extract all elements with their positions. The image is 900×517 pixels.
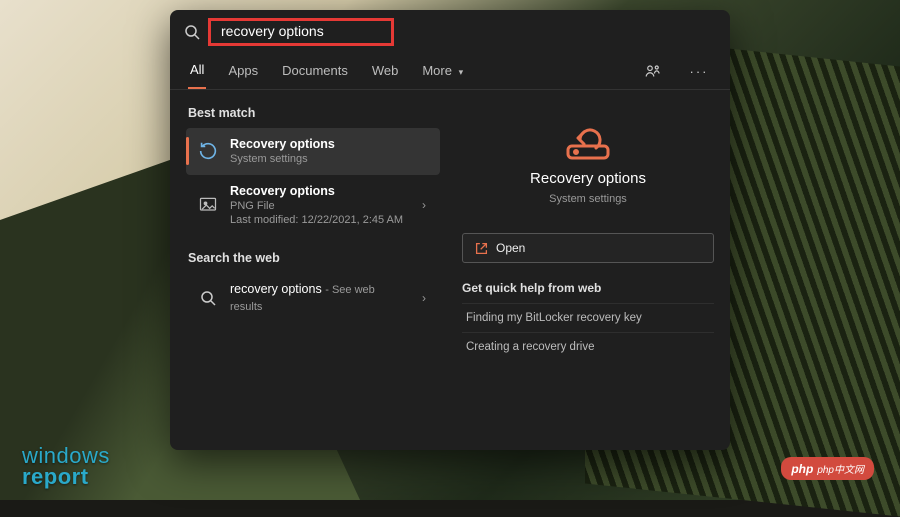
result-text: Recovery options PNG File Last modified:… — [230, 183, 408, 228]
detail-header: Recovery options System settings — [462, 108, 714, 221]
detail-subtitle: System settings — [549, 193, 627, 205]
more-options-icon[interactable]: ··· — [686, 59, 712, 85]
detail-title: Recovery options — [530, 170, 646, 187]
result-title: Recovery options — [230, 183, 408, 199]
result-subtitle-2: Last modified: 12/22/2021, 2:45 AM — [230, 213, 408, 227]
tab-more[interactable]: More ▾ — [420, 55, 465, 88]
open-button-label: Open — [496, 241, 525, 255]
chevron-right-icon: › — [418, 198, 430, 212]
result-text: Recovery options System settings — [230, 136, 430, 167]
tab-more-label: More — [422, 63, 452, 78]
result-subtitle: PNG File — [230, 199, 408, 213]
result-title: recovery options — [230, 282, 322, 296]
search-bar — [170, 10, 730, 50]
result-subtitle: System settings — [230, 152, 430, 166]
detail-pane: Recovery options System settings Open Ge… — [450, 90, 730, 450]
tab-apps[interactable]: Apps — [226, 55, 260, 88]
search-input[interactable] — [221, 23, 381, 39]
search-icon — [184, 24, 200, 40]
watermark-php: php php中文网 — [781, 457, 874, 480]
best-match-heading: Best match — [188, 106, 440, 120]
search-icon — [196, 286, 220, 310]
image-file-icon — [196, 193, 220, 217]
search-web-heading: Search the web — [188, 251, 440, 265]
recovery-hero-icon — [560, 116, 616, 164]
php-logo-icon: php — [791, 462, 813, 476]
help-link-bitlocker[interactable]: Finding my BitLocker recovery key — [462, 303, 714, 332]
result-web-search[interactable]: recovery options - See web results › — [186, 273, 440, 322]
result-recovery-png[interactable]: Recovery options PNG File Last modified:… — [186, 175, 440, 236]
open-external-icon — [475, 242, 488, 255]
tab-all[interactable]: All — [188, 54, 206, 89]
help-link-recovery-drive[interactable]: Creating a recovery drive — [462, 332, 714, 361]
account-icon[interactable] — [640, 59, 666, 85]
tab-documents[interactable]: Documents — [280, 55, 350, 88]
search-flyout: All Apps Documents Web More ▾ ··· Best m… — [170, 10, 730, 450]
chevron-down-icon: ▾ — [459, 67, 464, 77]
settings-reset-icon — [196, 139, 220, 163]
chevron-right-icon: › — [418, 291, 430, 305]
search-highlight-annotation — [208, 18, 394, 46]
result-recovery-settings[interactable]: Recovery options System settings — [186, 128, 440, 175]
quick-help-heading: Get quick help from web — [462, 281, 714, 295]
result-title: Recovery options — [230, 136, 430, 152]
results-list: Best match Recovery options System setti… — [170, 90, 450, 450]
watermark-windowsreport: windowsreport — [22, 446, 110, 488]
search-tabs: All Apps Documents Web More ▾ ··· — [170, 50, 730, 90]
results-body: Best match Recovery options System setti… — [170, 90, 730, 450]
result-text: recovery options - See web results — [230, 281, 408, 314]
open-button[interactable]: Open — [462, 233, 714, 263]
tab-web[interactable]: Web — [370, 55, 401, 88]
